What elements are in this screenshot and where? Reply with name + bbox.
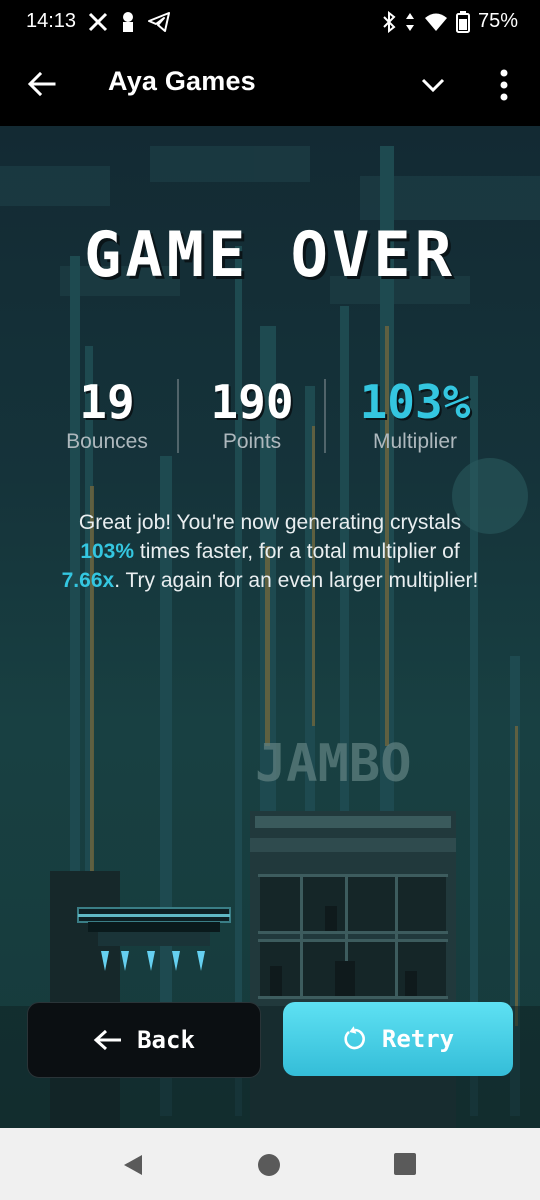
- app-title: Aya Games: [108, 66, 256, 96]
- game-over-title: GAME OVER: [84, 218, 456, 291]
- game-screen[interactable]: JAMBO GAME OVER 19 Bounces 190 Points 10…: [0, 126, 540, 1128]
- more-vert-icon[interactable]: [494, 66, 514, 104]
- nav-recents-icon[interactable]: [394, 1153, 416, 1175]
- result-message: Great job! You're now generating crystal…: [20, 508, 520, 595]
- message-highlight: 103%: [80, 540, 135, 563]
- message-text: Great job! You're now generating crystal…: [78, 511, 462, 534]
- x-logo-icon: [89, 12, 108, 31]
- stat-divider: [324, 379, 326, 453]
- stat-divider: [177, 379, 179, 453]
- message-text: . Try again for an even larger multiplie…: [114, 569, 479, 592]
- stat-label: Multiplier: [372, 430, 458, 453]
- stat-bounces: 19 Bounces: [48, 376, 166, 454]
- message-text: times faster, for a total multiplier of: [134, 540, 460, 563]
- status-bar: 14:13 75%: [0, 0, 540, 44]
- battery-icon: [455, 10, 470, 33]
- retry-button-label: Retry: [381, 1025, 455, 1053]
- wifi-icon: [424, 13, 447, 31]
- stat-points: 190 Points: [190, 376, 314, 454]
- system-nav-bar: [0, 1128, 540, 1200]
- retry-icon: [344, 1026, 365, 1050]
- nav-home-icon[interactable]: [257, 1153, 281, 1177]
- battery-percent: 75%: [477, 10, 518, 32]
- stat-label: Points: [222, 430, 282, 453]
- data-arrows-icon: [405, 12, 414, 31]
- chevron-down-icon[interactable]: [418, 70, 448, 100]
- person-icon: [123, 11, 134, 32]
- stat-multiplier: 103% Multiplier: [340, 376, 490, 454]
- stat-label: Bounces: [66, 430, 148, 453]
- arrow-left-icon: [93, 1029, 122, 1051]
- nav-back-icon[interactable]: [122, 1153, 144, 1177]
- retry-button[interactable]: Retry: [283, 1002, 513, 1076]
- message-highlight: 7.66x: [61, 569, 115, 592]
- status-time: 14:13: [26, 10, 77, 32]
- app-bar: Aya Games: [0, 44, 540, 126]
- telegram-icon: [148, 11, 171, 32]
- stat-value: 190: [210, 375, 294, 429]
- back-button[interactable]: Back: [27, 1002, 261, 1078]
- jambo-sign: JAMBO: [255, 734, 412, 794]
- bluetooth-icon: [383, 10, 396, 33]
- back-button-label: Back: [137, 1026, 195, 1054]
- stat-value: 19: [79, 375, 135, 429]
- arrow-left-icon[interactable]: [26, 68, 58, 100]
- stat-value: 103%: [359, 375, 471, 429]
